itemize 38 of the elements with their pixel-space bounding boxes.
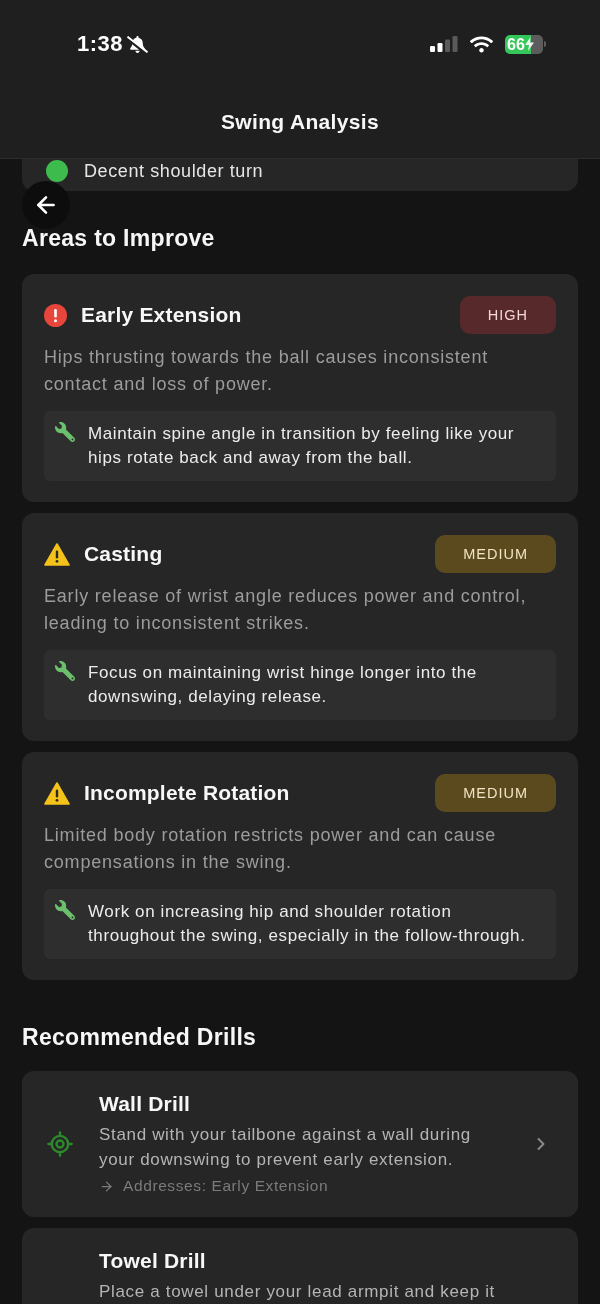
issue-description: Hips thrusting towards the ball causes inconsistent contact and loss of power. xyxy=(44,346,489,396)
severity-badge: MEDIUM xyxy=(435,535,556,573)
drill-description: Stand with your tailbone against a wall during your downswing to prevent early extension. xyxy=(99,1124,472,1171)
tip-text: Maintain spine angle in transition by feeling like your hips rotate back and away from the ball. xyxy=(88,423,516,469)
tip-text: Work on increasing hip and shoulder rotation throughout the swing, especially in the follow-through. xyxy=(88,901,527,947)
tip-text: Focus on maintaining wrist hinge longer into the downswing, delaying release. xyxy=(88,662,478,708)
warning-triangle-icon xyxy=(44,781,70,805)
bell-slash-icon xyxy=(127,33,149,55)
wrench-icon xyxy=(55,661,75,681)
wrench-icon xyxy=(55,900,75,920)
drill-title: Towel Drill xyxy=(99,1249,207,1273)
drill-card[interactable]: Wall Drill Stand with your tailbone against a wall during your downswing to prevent early extension. Addresses: Early Extension xyxy=(22,1071,578,1217)
addresses-text: Addresses: Early Extension xyxy=(123,1176,329,1196)
drill-card[interactable]: Towel Drill Place a towel under your lead armpit and keep it xyxy=(22,1228,578,1304)
charging-bolt-icon xyxy=(524,37,534,51)
section-heading: Recommended Drills xyxy=(22,1024,258,1050)
list-item-text: Decent shoulder turn xyxy=(84,160,264,182)
arrow-right-icon xyxy=(99,1178,114,1194)
issue-title: Early Extension xyxy=(81,303,243,327)
warning-triangle-icon xyxy=(44,542,70,566)
back-button[interactable] xyxy=(22,181,70,229)
issue-title: Casting xyxy=(84,542,164,566)
severity-badge: MEDIUM xyxy=(435,774,556,812)
issue-description: Early release of wrist angle reduces power and control, leading to inconsistent strikes. xyxy=(44,585,528,635)
dot-icon xyxy=(46,160,68,182)
battery-percentage: 66 xyxy=(507,34,525,54)
crosshair-icon xyxy=(46,1130,74,1158)
exclamation-circle-icon xyxy=(44,303,67,327)
status-time: 1:38 xyxy=(77,31,124,57)
drill-title: Wall Drill xyxy=(99,1092,192,1116)
severity-badge: HIGH xyxy=(459,296,556,334)
section-heading: Areas to Improve xyxy=(22,225,216,251)
drill-description: Place a towel under your lead armpit and keep it xyxy=(99,1281,496,1303)
issue-description: Limited body rotation restricts power and can cause compensations in the swing. xyxy=(44,824,497,874)
wrench-icon xyxy=(55,422,75,442)
issue-title: Incomplete Rotation xyxy=(84,781,291,805)
screen-title: Swing Analysis xyxy=(220,110,380,134)
signal-icon xyxy=(430,36,458,52)
